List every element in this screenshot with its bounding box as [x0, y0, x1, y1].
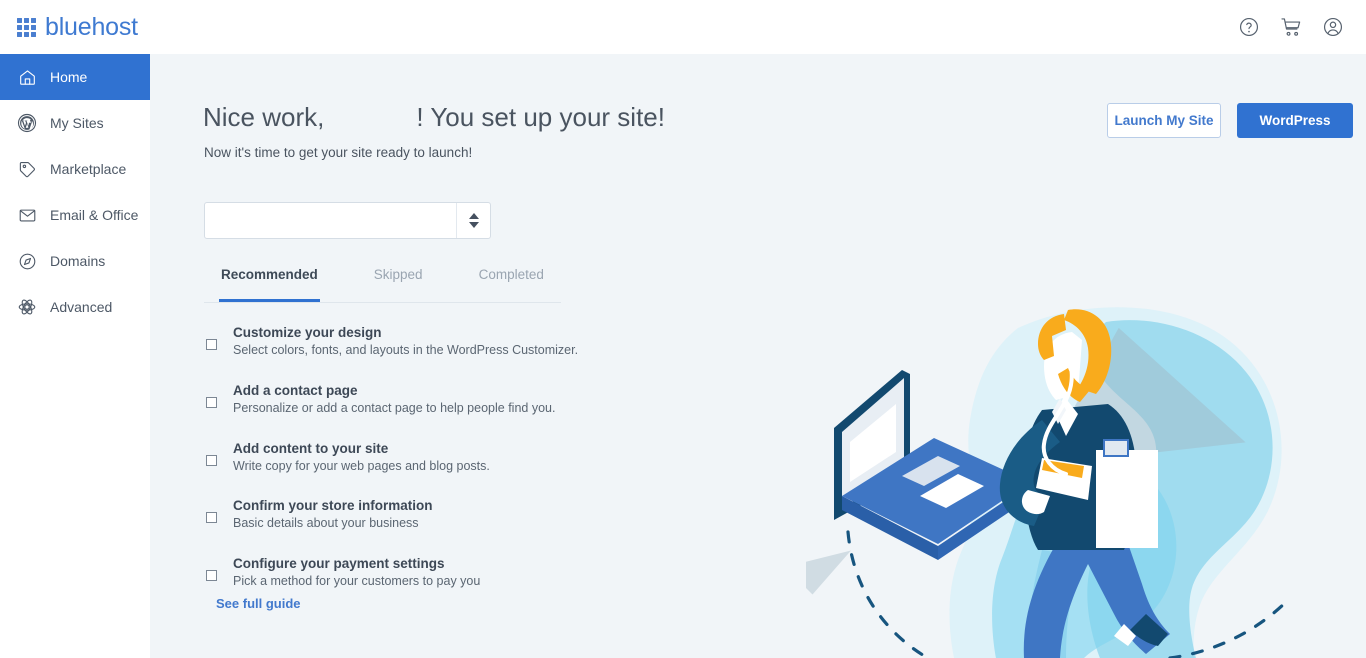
checklist-tabs: Recommended Skipped Completed — [204, 267, 561, 303]
page-title-prefix: Nice work, — [203, 102, 325, 132]
compass-icon — [16, 250, 38, 272]
list-item-text: Configure your payment settings Pick a m… — [233, 555, 480, 590]
site-setup-illustration — [806, 300, 1366, 658]
gear-atom-icon — [16, 296, 38, 318]
top-bar-actions — [1238, 16, 1366, 38]
checkbox-icon[interactable] — [206, 396, 217, 408]
sidebar-item-label: Advanced — [50, 299, 113, 315]
help-icon[interactable] — [1238, 16, 1260, 38]
sidebar-nav-list: Home My Sites Marketplace Email & Office… — [0, 54, 150, 330]
sidebar-item-label: Marketplace — [50, 161, 127, 177]
sidebar-item-label: My Sites — [50, 115, 104, 131]
sidebar-item-label: Email & Office — [50, 207, 139, 223]
cart-icon[interactable] — [1280, 16, 1302, 38]
sidebar-item-my-sites[interactable]: My Sites — [0, 100, 150, 146]
list-item-title: Add content to your site — [233, 440, 389, 456]
list-item-title: Confirm your store information — [233, 498, 433, 514]
account-icon[interactable] — [1322, 16, 1344, 38]
page-title: Nice work, ! You set up your site! — [203, 102, 665, 133]
list-item-description: Select colors, fonts, and layouts in the… — [233, 343, 579, 357]
chevron-down-icon — [468, 222, 479, 228]
header-action-buttons: Launch My Site WordPress — [1107, 103, 1353, 138]
launch-my-site-button[interactable]: Launch My Site — [1107, 103, 1221, 138]
checkbox-icon[interactable] — [206, 512, 217, 524]
list-item-text: Add a contact page Personalize or add a … — [233, 382, 555, 417]
tab-skipped[interactable]: Skipped — [372, 267, 425, 302]
checkbox-icon[interactable] — [206, 454, 217, 466]
envelope-icon — [16, 204, 38, 226]
tag-icon — [16, 158, 38, 180]
list-item-description: Pick a method for your customers to pay … — [233, 574, 481, 588]
top-bar: bluehost — [0, 0, 1366, 54]
list-item-text: Customize your design Select colors, fon… — [233, 324, 578, 359]
list-item-title: Configure your payment settings — [233, 556, 445, 571]
list-item-title: Customize your design — [233, 325, 382, 340]
list-item-description: Basic details about your business — [233, 516, 419, 531]
brand-logo[interactable]: bluehost — [0, 13, 138, 42]
list-item[interactable]: Confirm your store information Basic det… — [204, 497, 724, 532]
sidebar-item-advanced[interactable]: Advanced — [0, 284, 150, 330]
list-item-description: Write copy for your web pages and blog p… — [233, 458, 490, 473]
sidebar-item-domains[interactable]: Domains — [0, 238, 150, 284]
chevron-up-icon — [468, 213, 479, 219]
stepper-arrows-icon[interactable] — [456, 203, 490, 238]
list-item-description: Personalize or add a contact page to hel… — [233, 400, 556, 415]
home-icon — [16, 66, 38, 88]
list-item[interactable]: Add content to your site Write copy for … — [204, 440, 724, 475]
list-item[interactable]: Customize your design Select colors, fon… — [204, 324, 724, 359]
grid-logo-icon — [17, 17, 36, 37]
sidebar-item-label: Home — [50, 69, 88, 85]
checkbox-icon[interactable] — [206, 339, 217, 350]
sidebar-item-marketplace[interactable]: Marketplace — [0, 146, 150, 192]
wordpress-icon — [16, 112, 38, 134]
site-select[interactable] — [204, 202, 491, 239]
list-item-text: Add content to your site Write copy for … — [233, 440, 490, 475]
sidebar: Home My Sites Marketplace Email & Office… — [0, 54, 150, 658]
sidebar-item-email-office[interactable]: Email & Office — [0, 192, 150, 238]
wordpress-button[interactable]: WordPress — [1237, 103, 1353, 138]
sidebar-item-label: Domains — [50, 253, 106, 269]
page-subtitle: Now it's time to get your site ready to … — [204, 145, 473, 160]
list-item[interactable]: Configure your payment settings Pick a m… — [204, 555, 724, 590]
tab-completed[interactable]: Completed — [477, 267, 546, 302]
page-title-suffix: ! You set up your site! — [416, 102, 665, 132]
sidebar-item-home[interactable]: Home — [0, 54, 150, 100]
checkbox-icon[interactable] — [206, 570, 217, 581]
main-content: Nice work, ! You set up your site! Now it… — [150, 54, 1366, 658]
list-item-title: Add a contact page — [233, 382, 358, 398]
tab-recommended[interactable]: Recommended — [219, 267, 320, 302]
list-item-text: Confirm your store information Basic det… — [233, 497, 433, 532]
see-full-guide-link[interactable]: See full guide — [216, 596, 301, 611]
list-item[interactable]: Add a contact page Personalize or add a … — [204, 382, 724, 417]
setup-checklist: Customize your design Select colors, fon… — [204, 324, 724, 613]
brand-name: bluehost — [45, 12, 138, 41]
